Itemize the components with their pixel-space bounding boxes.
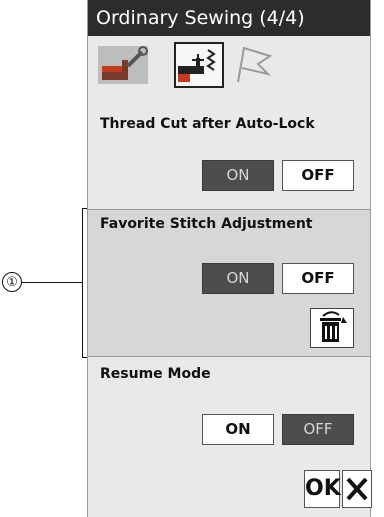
page-title: Ordinary Sewing (4/4) [88, 0, 370, 36]
trash-icon [320, 311, 347, 342]
resume-mode-off-button[interactable]: OFF [282, 414, 354, 445]
callout-line [22, 282, 82, 283]
resume-mode-label: Resume Mode [100, 366, 211, 382]
tab-sewing-settings[interactable] [174, 42, 224, 88]
wrench-machine-icon [98, 46, 148, 84]
cancel-button[interactable] [342, 470, 372, 508]
favorite-stitch-off-button[interactable]: OFF [282, 263, 354, 294]
tab-machine-settings[interactable] [98, 42, 148, 88]
settings-screen: Ordinary Sewing (4/4) Thread Cut after A… [87, 0, 372, 517]
delete-adjustment-button[interactable] [310, 308, 354, 348]
flag-icon [237, 46, 273, 83]
tab-language-settings[interactable] [228, 42, 278, 88]
thread-cut-on-button[interactable]: ON [202, 160, 274, 191]
favorite-stitch-on-button[interactable]: ON [202, 263, 274, 294]
callout-number: ① [2, 272, 22, 292]
ok-button[interactable]: OK [304, 470, 341, 508]
thread-cut-label: Thread Cut after Auto-Lock [100, 116, 315, 132]
favorite-stitch-label: Favorite Stitch Adjustment [100, 216, 313, 232]
resume-mode-on-button[interactable]: ON [202, 414, 274, 445]
thread-cut-off-button[interactable]: OFF [282, 160, 354, 191]
stitch-machine-icon [178, 49, 216, 82]
close-icon [346, 477, 368, 501]
